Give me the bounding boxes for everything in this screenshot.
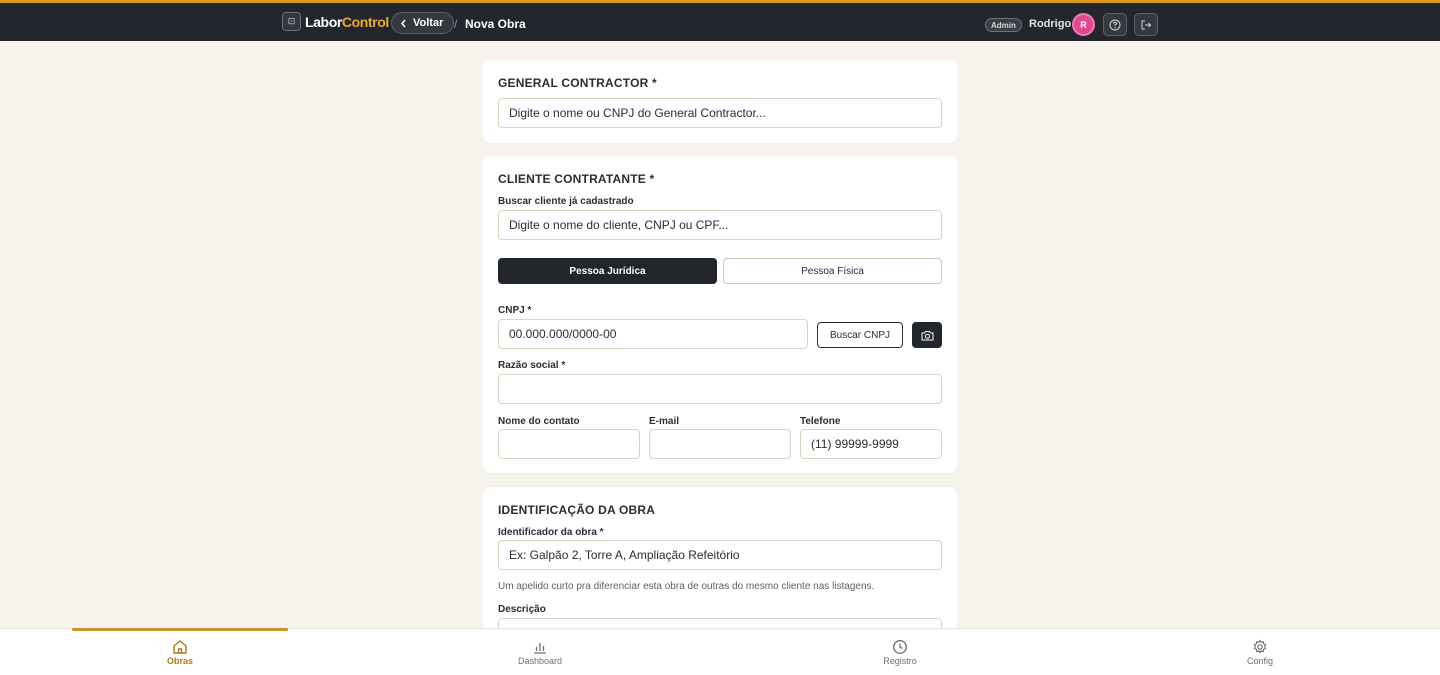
contato-input[interactable]: [498, 429, 640, 459]
user-name: Rodrigo: [1029, 18, 1072, 30]
camera-icon: [921, 330, 933, 340]
help-button[interactable]: [1103, 13, 1127, 36]
nav-label-registro: Registro: [883, 656, 917, 666]
general-contractor-card: GENERAL CONTRACTOR *: [483, 60, 957, 143]
general-contractor-input[interactable]: [498, 98, 942, 128]
active-tab-indicator: [72, 628, 288, 631]
identificacao-obra-card: IDENTIFICAÇÃO DA OBRA Identificador da o…: [483, 487, 957, 658]
razao-social-label: Razão social *: [498, 360, 566, 371]
segment-pessoa-juridica[interactable]: Pessoa Jurídica: [498, 258, 717, 284]
brand-name-part-2: Control: [341, 13, 389, 30]
nav-label-obras: Obras: [166, 656, 193, 666]
brand-logo[interactable]: ⊡ LaborControl: [282, 12, 389, 31]
back-button[interactable]: Voltar: [391, 12, 455, 34]
avatar[interactable]: R: [1072, 13, 1095, 36]
nav-item-registro[interactable]: Registro: [860, 639, 940, 666]
help-icon: [1109, 19, 1121, 30]
page-title: Nova Obra: [465, 17, 526, 31]
cliente-title: CLIENTE CONTRATANTE *: [498, 172, 655, 186]
brand-name: LaborControl: [305, 14, 389, 30]
chevron-left-icon: [401, 19, 406, 27]
logout-icon: [1141, 20, 1152, 29]
segment-pessoa-fisica[interactable]: Pessoa Física: [723, 258, 942, 284]
bar-chart-icon: [534, 643, 546, 654]
nav-item-obras[interactable]: Obras: [140, 639, 220, 666]
cnpj-label: CNPJ *: [498, 305, 532, 316]
clock-icon: [893, 640, 907, 654]
nav-label-dashboard: Dashboard: [517, 656, 563, 666]
descricao-label: Descrição: [498, 604, 546, 615]
cnpj-input[interactable]: [498, 319, 808, 349]
buscar-cnpj-button[interactable]: Buscar CNPJ: [817, 322, 903, 348]
sidebar-toggle-icon[interactable]: ⊡: [282, 12, 301, 31]
scan-camera-button[interactable]: [912, 322, 942, 348]
telefone-label: Telefone: [800, 416, 841, 427]
back-label: Voltar: [413, 17, 444, 29]
nav-item-config[interactable]: Config: [1220, 639, 1300, 666]
telefone-input[interactable]: [800, 429, 942, 459]
cliente-contratante-card: CLIENTE CONTRATANTE * Buscar cliente já …: [483, 156, 957, 473]
nav-label-config: Config: [1246, 656, 1273, 666]
bottom-nav: Obras Dashboard Registro Config: [0, 628, 1440, 675]
email-input[interactable]: [649, 429, 791, 459]
email-label: E-mail: [649, 416, 680, 427]
nav-item-dashboard[interactable]: Dashboard: [500, 639, 580, 666]
home-icon: [173, 640, 187, 654]
search-client-input[interactable]: [498, 210, 942, 240]
gear-icon: [1253, 639, 1267, 654]
obra-title: IDENTIFICAÇÃO DA OBRA: [498, 503, 656, 517]
obra-id-input[interactable]: [498, 540, 942, 570]
contato-label: Nome do contato: [498, 416, 580, 427]
obra-id-helper: Um apelido curto pra diferenciar esta ob…: [498, 581, 875, 592]
role-badge: Admin: [985, 18, 1022, 32]
search-client-label: Buscar cliente já cadastrado: [498, 196, 634, 207]
logout-button[interactable]: [1134, 13, 1158, 36]
general-contractor-title: GENERAL CONTRACTOR *: [498, 76, 657, 90]
breadcrumb-separator: /: [454, 17, 458, 31]
brand-name-part-1: Labor: [305, 13, 342, 30]
obra-id-label: Identificador da obra *: [498, 527, 604, 538]
top-bar: ⊡ LaborControl Voltar / Nova Obra Admin …: [0, 0, 1440, 41]
razao-social-input[interactable]: [498, 374, 942, 404]
